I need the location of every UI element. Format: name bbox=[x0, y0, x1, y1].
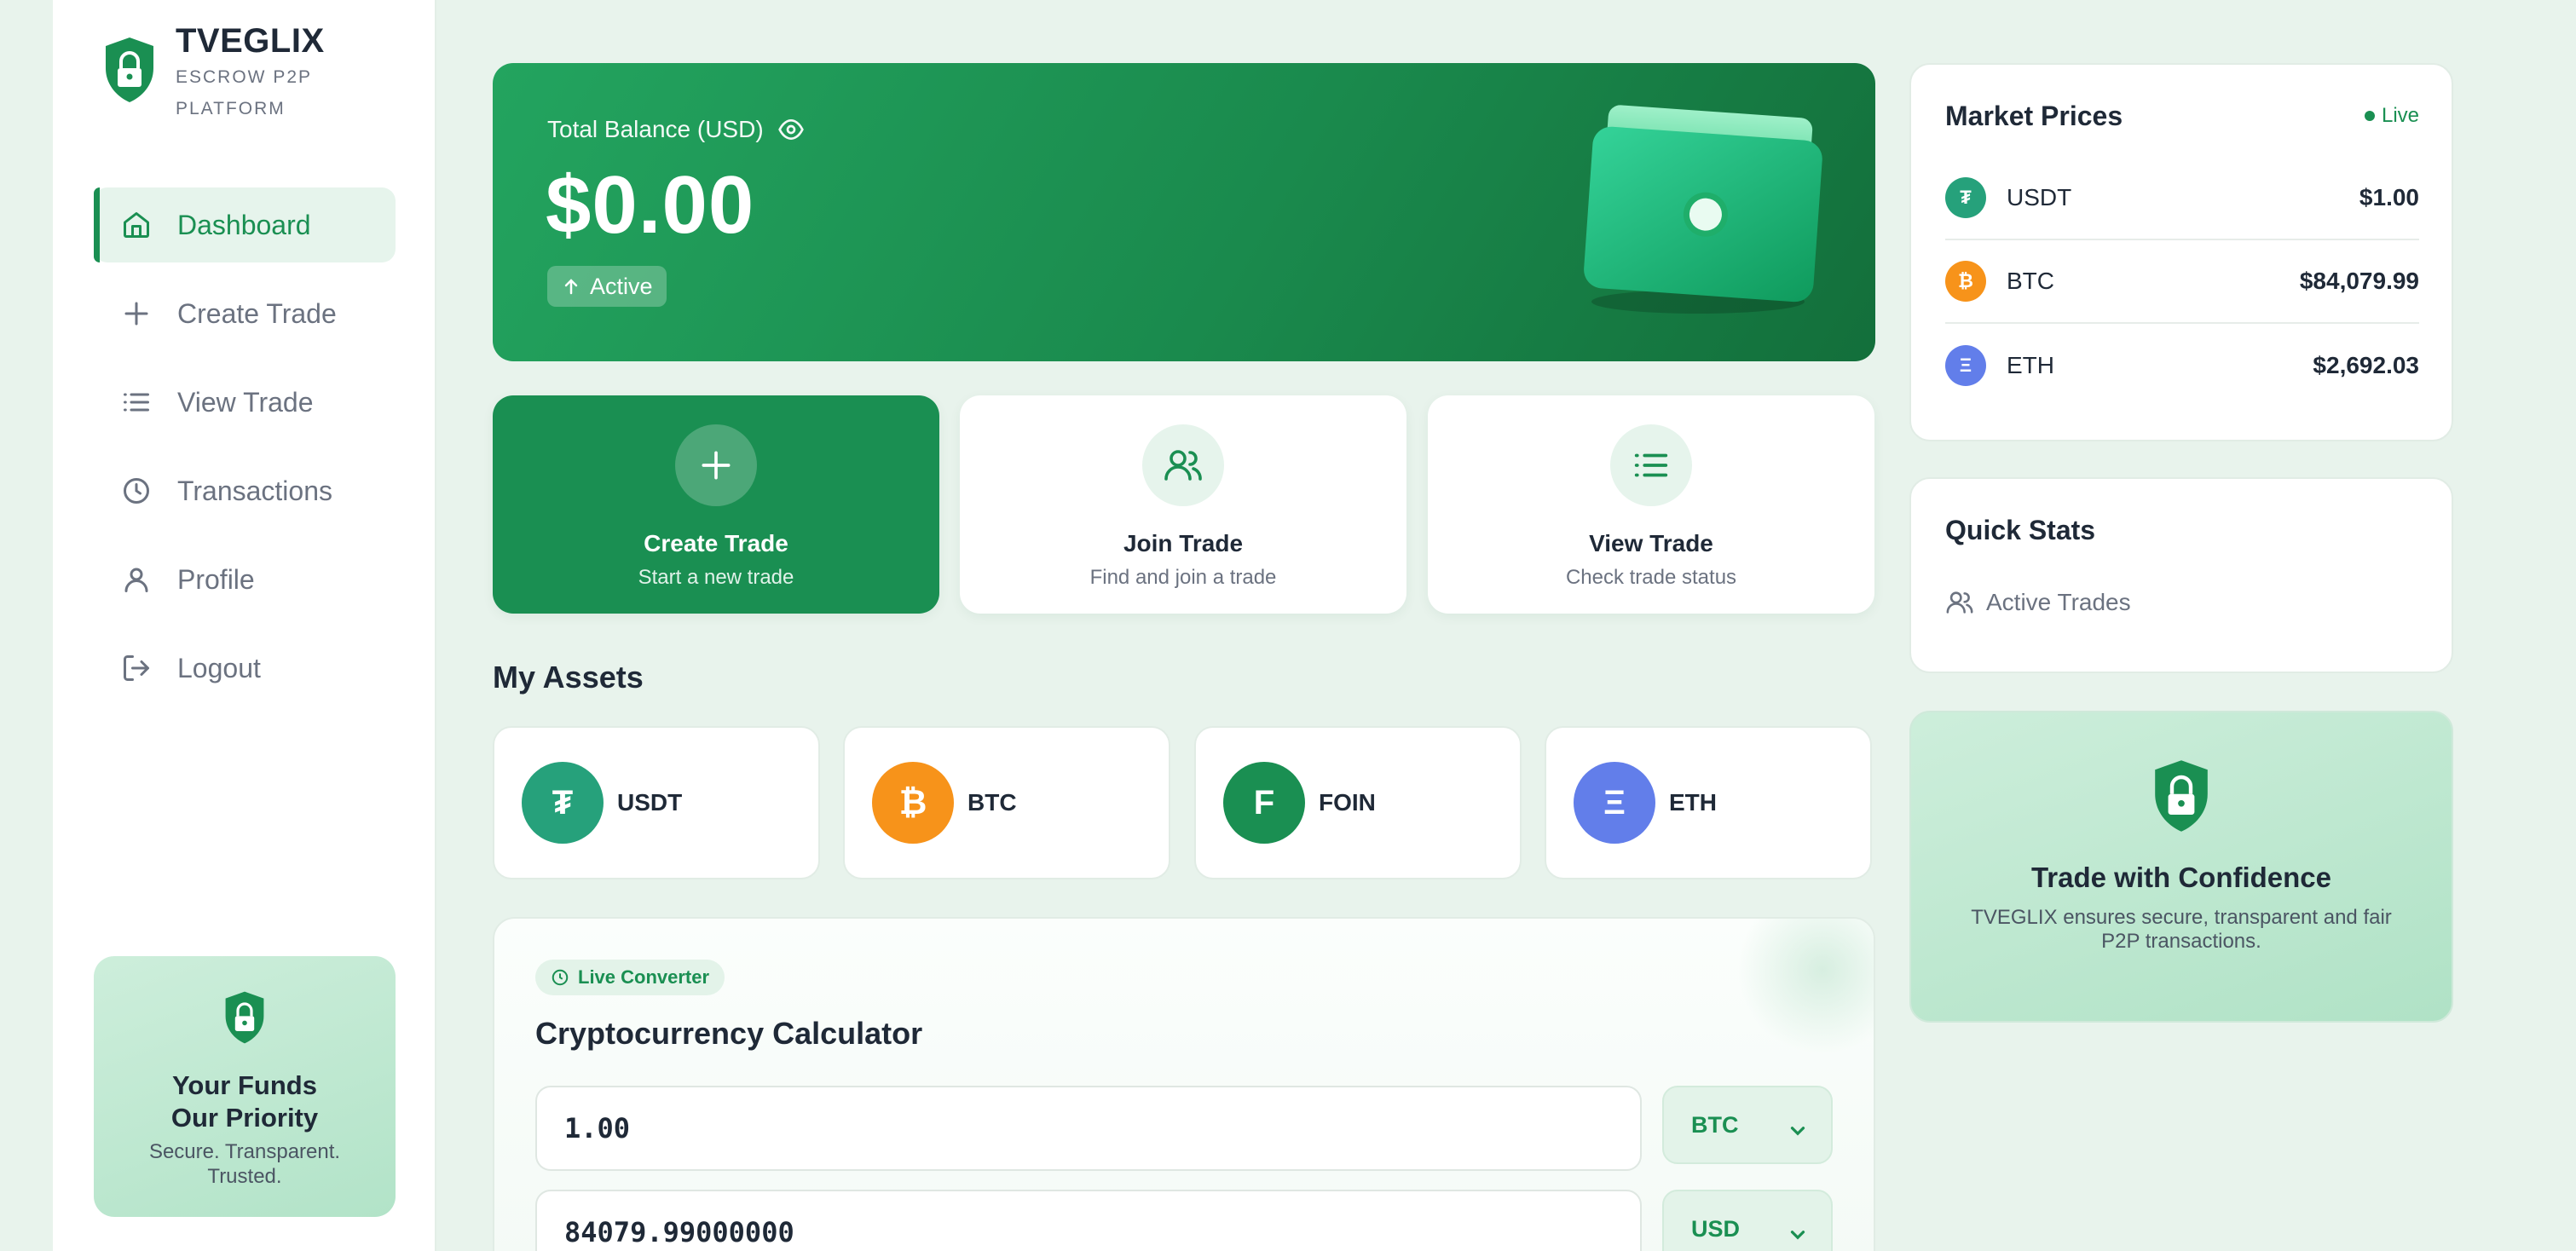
asset-name: FOIN bbox=[1319, 789, 1376, 816]
asset-card-foin[interactable]: F FOIN bbox=[1194, 726, 1522, 879]
promo-title: Your Funds Our Priority bbox=[170, 1070, 319, 1133]
shield-lock-icon bbox=[225, 991, 264, 1044]
balance-amount: $0.00 bbox=[546, 159, 755, 251]
amount-input[interactable]: 1.00 bbox=[535, 1086, 1642, 1171]
quick-stats-card: Quick Stats Active Trades bbox=[1909, 477, 2453, 673]
trade-confidence-card: Trade with Confidence TVEGLIX ensures se… bbox=[1909, 711, 2453, 1023]
asset-card-usdt[interactable]: ₮ USDT bbox=[493, 726, 820, 879]
asset-name: BTC bbox=[967, 789, 1017, 816]
confidence-title: Trade with Confidence bbox=[2030, 862, 2332, 893]
action-title: Create Trade bbox=[644, 530, 788, 556]
action-subtitle: Find and join a trade bbox=[1089, 566, 1277, 589]
live-indicator: Live bbox=[2364, 104, 2419, 128]
price-name: BTC bbox=[2007, 268, 2054, 294]
sidebar-item-label: Dashboard bbox=[177, 209, 311, 240]
chevron-down-icon bbox=[1790, 1127, 1805, 1136]
sidebar-item-create-trade[interactable]: Create Trade bbox=[94, 276, 396, 351]
sidebar-promo-card: Your Funds Our Priority Secure. Transpare… bbox=[94, 956, 396, 1217]
to-currency-select[interactable]: USD bbox=[1662, 1190, 1833, 1251]
sidebar-item-transactions[interactable]: Transactions bbox=[94, 453, 396, 528]
action-title: Join Trade bbox=[1123, 530, 1244, 556]
quick-stats-title: Quick Stats bbox=[1945, 515, 2096, 545]
sidebar-item-dashboard[interactable]: Dashboard bbox=[94, 187, 396, 262]
sidebar-nav: Dashboard Create Trade View Trade Transa… bbox=[94, 187, 396, 719]
shield-lock-icon bbox=[2155, 760, 2208, 832]
from-currency-select[interactable]: BTC bbox=[1662, 1086, 1833, 1164]
wallet-illustration-icon bbox=[1584, 105, 1822, 314]
arrow-up-icon bbox=[564, 279, 578, 295]
foin-icon: F bbox=[1223, 762, 1305, 844]
crypto-calculator: Live Converter Cryptocurrency Calculator… bbox=[493, 917, 1875, 1251]
btc-icon: ₿ bbox=[872, 762, 954, 844]
my-assets-title: My Assets bbox=[493, 660, 644, 695]
asset-card-btc[interactable]: ₿ BTC bbox=[843, 726, 1170, 879]
price-value: $2,692.03 bbox=[2313, 352, 2419, 378]
shield-lock-logo-icon bbox=[106, 37, 153, 102]
live-dot-icon bbox=[2364, 111, 2375, 121]
sidebar-item-logout[interactable]: Logout bbox=[94, 631, 396, 706]
eth-icon: Ξ bbox=[1945, 345, 1986, 386]
asset-name: USDT bbox=[617, 789, 683, 816]
join-trade-card[interactable]: Join Trade Find and join a trade bbox=[960, 395, 1406, 614]
result-output[interactable]: 84079.99000000 bbox=[535, 1190, 1642, 1251]
price-value: $1.00 bbox=[2359, 184, 2419, 210]
eth-icon: Ξ bbox=[1574, 762, 1655, 844]
usdt-icon: ₮ bbox=[1945, 177, 1986, 218]
action-subtitle: Start a new trade bbox=[638, 566, 794, 589]
clock-icon bbox=[552, 969, 569, 986]
sidebar-item-label: Transactions bbox=[177, 475, 332, 506]
plus-icon bbox=[119, 297, 153, 331]
users-icon bbox=[1142, 424, 1224, 506]
usdt-icon: ₮ bbox=[522, 762, 604, 844]
sidebar-item-label: Logout bbox=[177, 652, 261, 683]
eye-icon[interactable] bbox=[777, 116, 805, 143]
calculator-title: Cryptocurrency Calculator bbox=[535, 1016, 923, 1051]
status-badge: Active bbox=[547, 266, 667, 307]
price-name: ETH bbox=[2007, 352, 2054, 378]
list-icon bbox=[119, 385, 153, 419]
list-icon bbox=[1610, 424, 1692, 506]
logout-icon bbox=[119, 651, 153, 685]
asset-card-eth[interactable]: Ξ ETH bbox=[1545, 726, 1872, 879]
users-icon bbox=[1946, 591, 1973, 614]
price-value: $84,079.99 bbox=[2299, 268, 2419, 294]
sidebar-item-label: Profile bbox=[177, 563, 255, 595]
price-row-eth[interactable]: Ξ ETH $2,692.03 bbox=[1945, 324, 2419, 407]
asset-name: ETH bbox=[1669, 789, 1717, 816]
create-trade-card[interactable]: Create Trade Start a new trade bbox=[493, 395, 939, 614]
decorative-glow bbox=[1737, 919, 1874, 1055]
sidebar-item-profile[interactable]: Profile bbox=[94, 542, 396, 617]
brand-subtitle: ESCROW P2P PLATFORM bbox=[176, 67, 312, 118]
brand[interactable]: TVEGLIX ESCROW P2P PLATFORM bbox=[102, 20, 338, 124]
market-prices-title: Market Prices bbox=[1945, 101, 2123, 131]
sidebar-item-label: Create Trade bbox=[177, 297, 337, 329]
price-row-btc[interactable]: ₿ BTC $84,079.99 bbox=[1945, 240, 2419, 324]
home-icon bbox=[119, 208, 153, 242]
promo-text: Secure. Transparent. Trusted. bbox=[148, 1140, 341, 1188]
plus-icon bbox=[675, 424, 757, 506]
total-balance-card: Total Balance (USD) $0.00 Active bbox=[493, 63, 1875, 361]
brand-title: TVEGLIX bbox=[176, 22, 325, 60]
sidebar-item-label: View Trade bbox=[177, 386, 314, 418]
action-title: View Trade bbox=[1589, 530, 1713, 556]
sidebar-item-view-trade[interactable]: View Trade bbox=[94, 365, 396, 440]
btc-icon: ₿ bbox=[1945, 261, 1986, 302]
balance-label-row: Total Balance (USD) bbox=[547, 116, 805, 143]
sidebar: TVEGLIX ESCROW P2P PLATFORM Dashboard Cr… bbox=[53, 0, 436, 1251]
view-trade-card[interactable]: View Trade Check trade status bbox=[1428, 395, 1874, 614]
market-prices-card: Market Prices Live ₮ USDT $1.00 ₿ BTC $8… bbox=[1909, 63, 2453, 441]
price-row-usdt[interactable]: ₮ USDT $1.00 bbox=[1945, 157, 2419, 240]
live-converter-badge: Live Converter bbox=[535, 960, 725, 995]
chevron-down-icon bbox=[1790, 1231, 1805, 1240]
price-name: USDT bbox=[2007, 184, 2072, 210]
active-trades-stat[interactable]: Active Trades bbox=[1945, 588, 2131, 617]
clock-icon bbox=[119, 474, 153, 508]
confidence-text: TVEGLIX ensures secure, transparent and … bbox=[1971, 906, 2392, 953]
action-subtitle: Check trade status bbox=[1565, 566, 1737, 589]
balance-label: Total Balance (USD) bbox=[547, 116, 764, 142]
user-icon bbox=[119, 562, 153, 597]
